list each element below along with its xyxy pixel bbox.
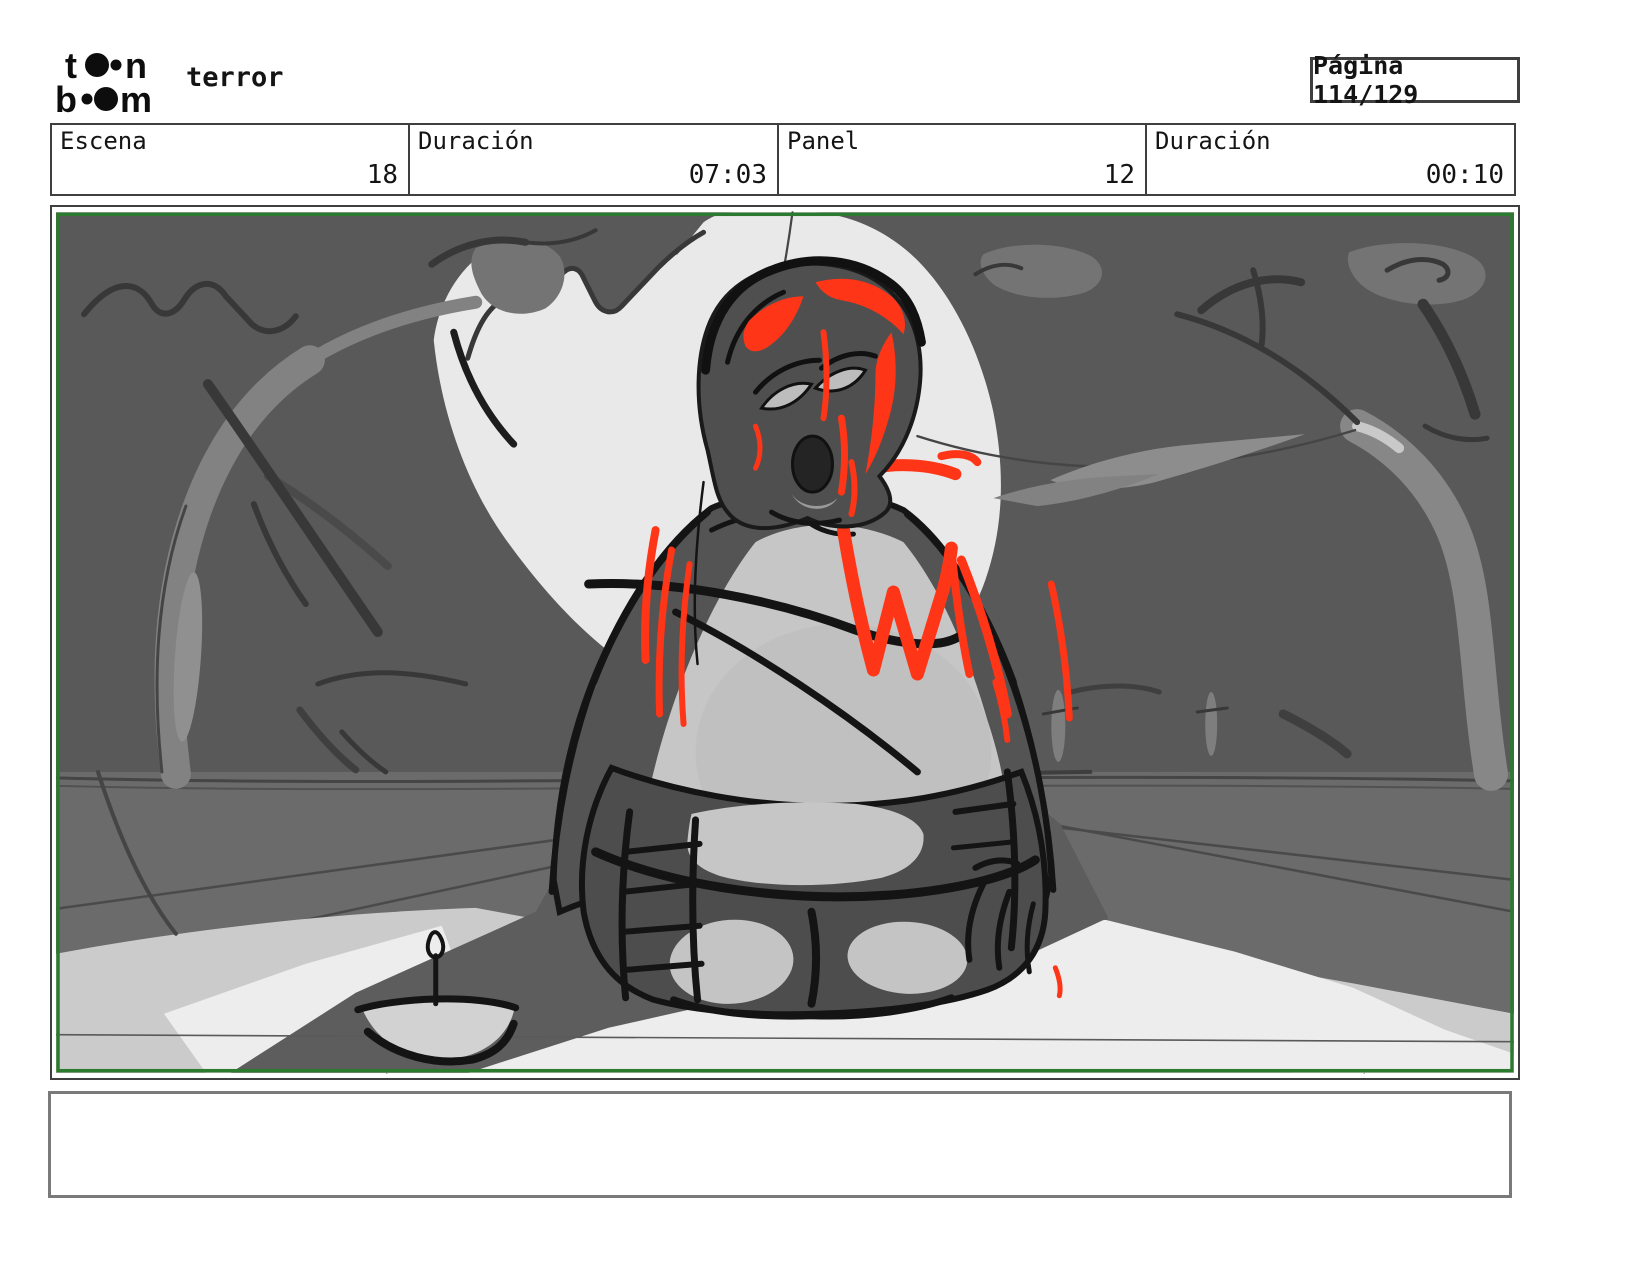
toonboom-logo-icon: t n b m xyxy=(55,48,152,114)
logo-letter-b: b xyxy=(55,79,77,114)
scene-duration-value: 07:03 xyxy=(688,160,767,190)
caption-box xyxy=(48,1091,1512,1198)
info-cell-panel: Panel 12 xyxy=(779,125,1147,194)
panel-info-bar: Escena 18 Duración 07:03 Panel 12 Duraci… xyxy=(50,123,1516,196)
panel-duration-label: Duración xyxy=(1155,127,1271,155)
page-number-box: Página 114/129 xyxy=(1310,51,1520,109)
panel-value: 12 xyxy=(1103,160,1135,190)
panel-duration-value: 00:10 xyxy=(1425,160,1504,190)
info-cell-panel-duration: Duración 00:10 xyxy=(1147,125,1514,194)
storyboard-panel-frame xyxy=(50,205,1520,1080)
scene-value: 18 xyxy=(366,160,398,190)
logo-dot-small-1 xyxy=(110,59,122,71)
project-title: terror xyxy=(186,62,284,93)
scene-duration-label: Duración xyxy=(418,127,534,155)
storyboard-panel-image xyxy=(56,211,1514,1074)
figure-legs xyxy=(579,764,1063,1020)
logo-dot-small-2 xyxy=(81,93,93,105)
open-mouth xyxy=(790,434,834,494)
logo-dot-large-1 xyxy=(85,53,109,77)
info-cell-scene: Escena 18 xyxy=(52,125,410,194)
figure-head xyxy=(696,256,926,531)
info-cell-scene-duration: Duración 07:03 xyxy=(410,125,779,194)
panel-label: Panel xyxy=(787,127,860,155)
logo-dot-large-2 xyxy=(94,87,118,111)
scene-label: Escena xyxy=(60,127,147,155)
logo-letter-m: m xyxy=(120,79,152,114)
page-number-label: Página 114/129 xyxy=(1313,51,1419,109)
storyboard-page: t n b m terror Página 114/129 Escena 18 … xyxy=(0,0,1650,1275)
